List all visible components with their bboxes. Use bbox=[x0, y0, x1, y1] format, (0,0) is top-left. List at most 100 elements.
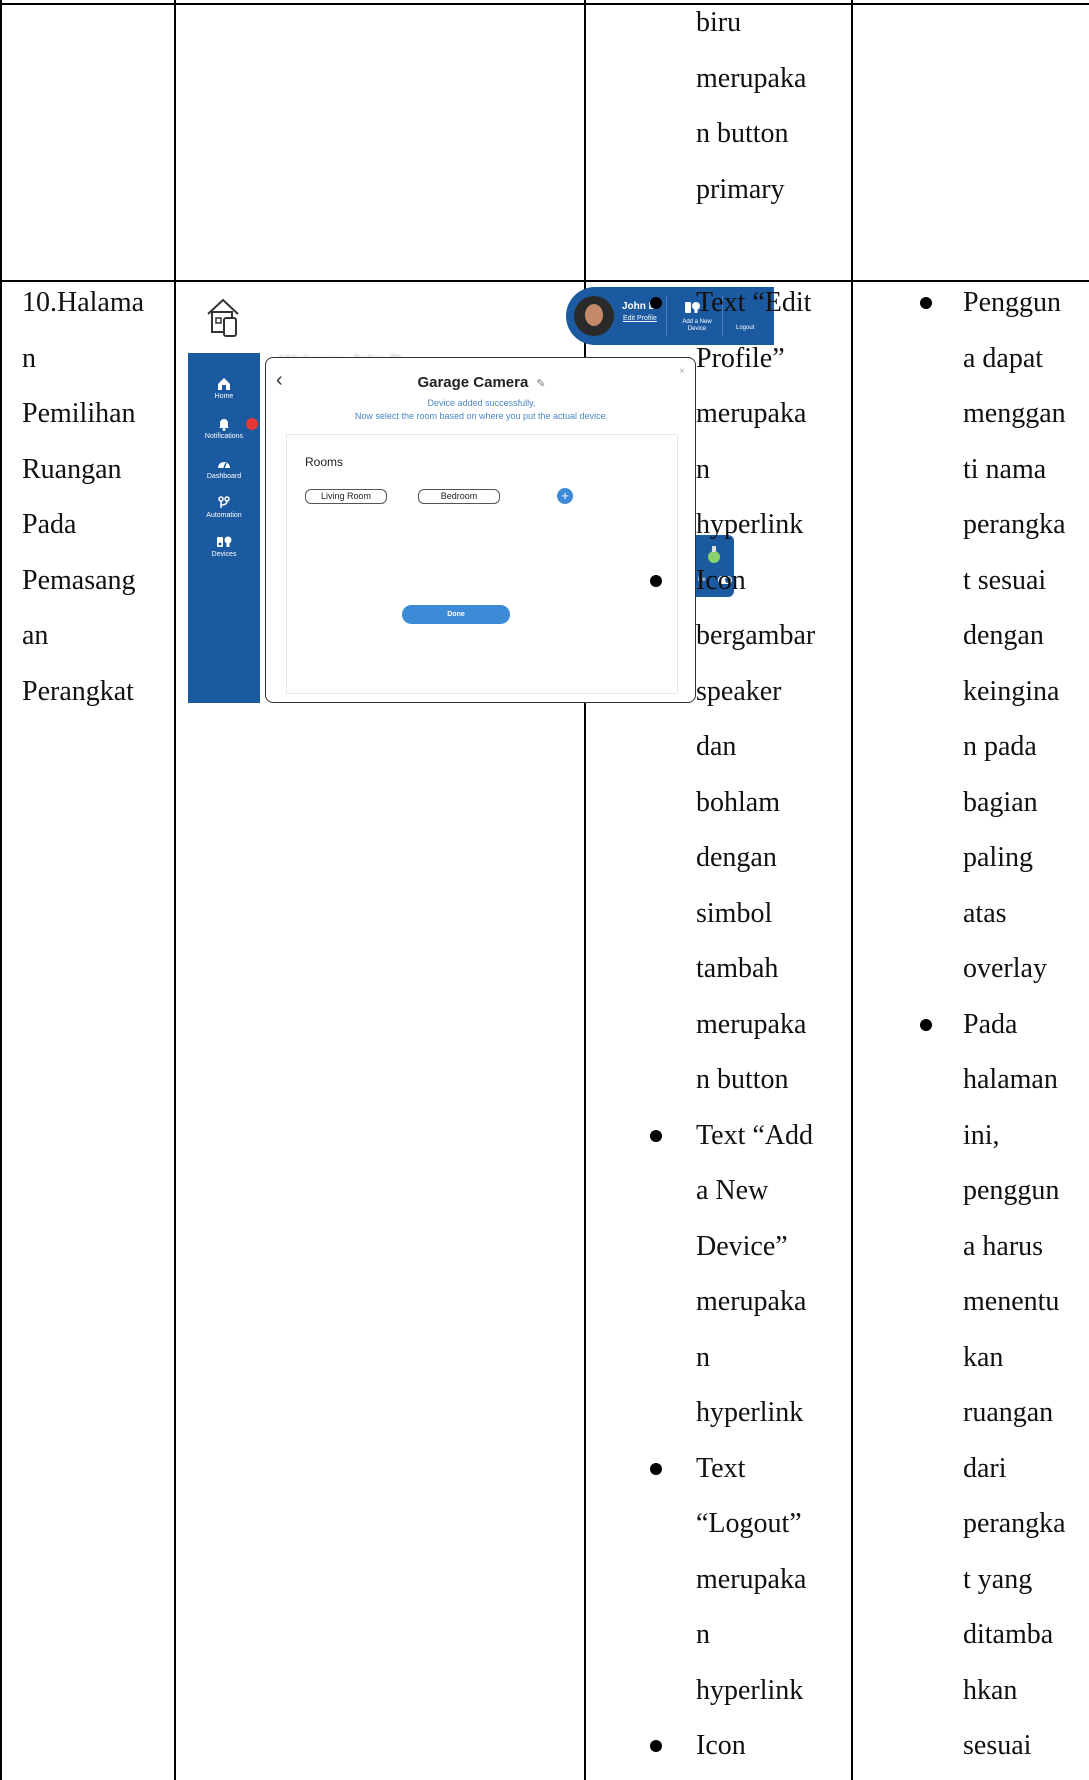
list-item-text: hyperlink bbox=[696, 1674, 804, 1706]
home-icon bbox=[218, 378, 230, 390]
notification-badge bbox=[246, 418, 258, 430]
list-item-line: ditamba bbox=[963, 1607, 1066, 1663]
list-item-text: atas bbox=[963, 897, 1007, 929]
bullet-dot-icon bbox=[920, 1018, 932, 1031]
list-item-text: Text “Edit bbox=[696, 287, 812, 318]
list-item-text: perangka bbox=[963, 1508, 1066, 1539]
list-item-line: t yang bbox=[963, 1552, 1066, 1608]
sidebar-item-devices[interactable]: Devices bbox=[188, 535, 260, 558]
list-item-line: hyperlink bbox=[696, 1385, 815, 1441]
list-item-line: perangka bbox=[963, 1496, 1066, 1552]
edit-profile-link[interactable]: Edit Profile bbox=[623, 315, 657, 322]
pencil-icon[interactable]: ✎ bbox=[536, 378, 545, 390]
list-item-line: ini, bbox=[963, 1108, 1066, 1164]
list-item-line: penggun bbox=[963, 1163, 1066, 1219]
list-item-text: a New bbox=[696, 1175, 769, 1206]
room-option-living-room[interactable]: Living Room bbox=[305, 489, 387, 504]
list-item-line: speaker bbox=[696, 664, 815, 720]
sidebar-item-dashboard[interactable]: Dashboard bbox=[188, 457, 260, 480]
list-item-line: dengan bbox=[696, 830, 815, 886]
room-option-bedroom[interactable]: Bedroom bbox=[418, 489, 500, 504]
list-item-line: bohlam bbox=[696, 775, 815, 831]
list-item-text: paling bbox=[963, 842, 1033, 873]
rooms-panel: Rooms Living Room Bedroom + Done bbox=[286, 434, 678, 694]
list-item-text: ini, bbox=[963, 1119, 1000, 1151]
list-item-line: merupaka bbox=[696, 1552, 815, 1608]
list-item-text: ruangan bbox=[963, 1397, 1054, 1428]
smart-home-logo-icon bbox=[207, 298, 239, 337]
list-item-line: atas bbox=[963, 886, 1066, 942]
list-item-line: n bbox=[696, 442, 815, 498]
list-item-text: Icon bbox=[696, 1730, 746, 1761]
list-item-text: tambah bbox=[696, 953, 779, 984]
list-item-line: Penggun bbox=[920, 275, 1066, 331]
list-item-text: dan bbox=[696, 731, 737, 762]
bullet-dot-icon bbox=[650, 1129, 662, 1142]
sidebar-label: Home bbox=[214, 393, 234, 400]
list-item-text: n bbox=[696, 1619, 710, 1650]
list-item-line: sesuai bbox=[963, 1718, 1066, 1774]
list-item-text: halaman bbox=[963, 1064, 1058, 1095]
list-item-line: dan bbox=[696, 719, 815, 775]
list-item-text: overlay bbox=[963, 953, 1047, 984]
list-item-line: Icon bbox=[650, 553, 815, 609]
list-item-text: merupaka bbox=[696, 398, 807, 429]
done-button[interactable]: Done bbox=[402, 605, 510, 624]
list-item-text: n button bbox=[696, 1064, 789, 1095]
bullet-dot-icon bbox=[920, 297, 932, 309]
sidebar-item-home[interactable]: Home bbox=[188, 377, 260, 400]
bullet-dot-icon bbox=[650, 1462, 662, 1475]
list-item-text: n bbox=[696, 1341, 710, 1373]
row-separator bbox=[0, 280, 1089, 282]
device-name: Garage Camera bbox=[417, 374, 529, 391]
list-item-line: perangka bbox=[963, 497, 1066, 553]
list-item-line: t sesuai bbox=[963, 553, 1066, 609]
list-item-line: tambah bbox=[696, 941, 815, 997]
list-item-line: “Logout” bbox=[696, 1496, 815, 1552]
sidebar-item-automation[interactable]: Automation bbox=[188, 496, 260, 519]
list-item-text: Device” bbox=[696, 1230, 788, 1262]
list-item-text: dengan bbox=[696, 842, 777, 873]
list-item-text: n bbox=[696, 453, 710, 485]
list-item-text: Icon bbox=[696, 564, 746, 596]
list-item-text: kan bbox=[963, 1341, 1004, 1373]
list-item-line: halaman bbox=[963, 1052, 1066, 1108]
list-item-line: bergambar bbox=[696, 608, 815, 664]
text-line: merupaka bbox=[696, 62, 807, 94]
branch-icon bbox=[218, 496, 230, 508]
list-item-text: Profile” bbox=[696, 342, 785, 374]
add-room-button[interactable]: + bbox=[557, 488, 573, 504]
avatar bbox=[574, 296, 614, 336]
list-item-line: Text bbox=[650, 1441, 815, 1497]
list-item-line: menggan bbox=[963, 386, 1066, 442]
list-item-line: menentu bbox=[963, 1274, 1066, 1330]
sidebar-label: Notifications bbox=[204, 433, 244, 440]
list-item-text: ditamba bbox=[963, 1619, 1054, 1650]
list-item-text: merupaka bbox=[696, 1563, 807, 1595]
list-item-text: penggun bbox=[963, 1175, 1060, 1206]
list-item-line: hyperlink bbox=[696, 497, 815, 553]
list-item-line: overlay bbox=[963, 941, 1066, 997]
list-item-text: speaker bbox=[696, 675, 782, 707]
list-item-text: perangka bbox=[963, 509, 1066, 540]
list-item-line: Text “Add bbox=[650, 1108, 815, 1164]
row10-functions-list: Penggun a dapat menggan ti nama perangka t se… bbox=[920, 275, 1066, 1774]
list-item-text: Pada bbox=[963, 1008, 1018, 1040]
list-item-line: keingina bbox=[963, 664, 1066, 720]
list-item-line: a harus bbox=[963, 1219, 1066, 1275]
list-item-line: ruangan bbox=[963, 1385, 1066, 1441]
table-divider-3 bbox=[851, 0, 853, 1780]
list-item-line: merupaka bbox=[696, 997, 815, 1053]
list-item-text: bohlam bbox=[696, 786, 780, 818]
list-item-text: menggan bbox=[963, 398, 1066, 429]
list-item-text: a harus bbox=[963, 1230, 1044, 1262]
text-line: Pemilihan bbox=[22, 398, 136, 429]
list-item-line: hyperlink bbox=[696, 1663, 815, 1719]
divider bbox=[666, 295, 667, 337]
text-line: n bbox=[22, 342, 36, 374]
list-item-line: a New bbox=[696, 1163, 815, 1219]
list-item-line: kan bbox=[963, 1330, 1066, 1386]
list-item-line: n button bbox=[696, 1052, 815, 1108]
list-item-text: menentu bbox=[963, 1286, 1060, 1317]
top-row-col3-text: biru merupaka n button primary bbox=[696, 0, 806, 217]
